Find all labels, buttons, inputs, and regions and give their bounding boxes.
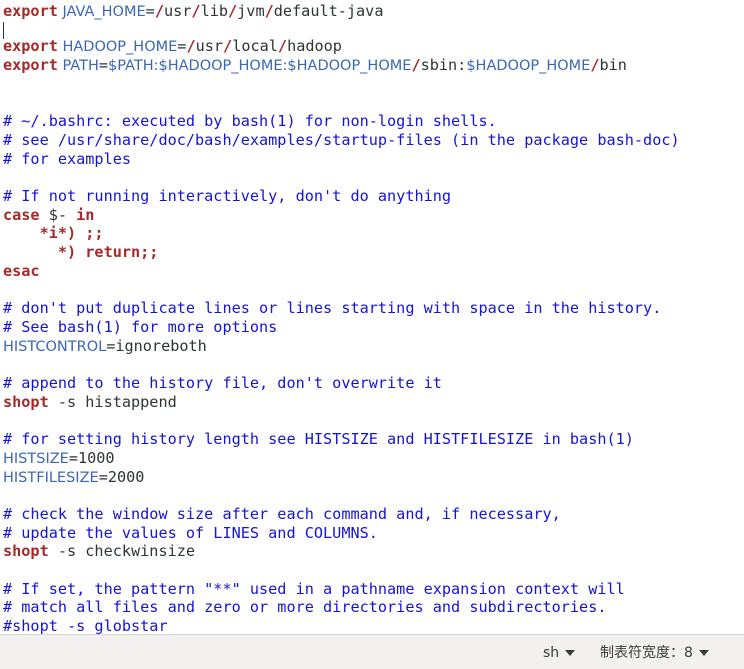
keyword-export: export xyxy=(3,37,58,56)
case-pattern-line: *) return;; xyxy=(3,243,159,262)
keyword-export: export xyxy=(3,2,58,20)
comment-line: # See bash(1) for more options xyxy=(3,317,278,336)
comment-line: # If set, the pattern "**" used in a pat… xyxy=(3,579,625,598)
code-line-3: export HADOOP_HOME=/usr/local/hadoop xyxy=(3,37,342,56)
keyword-shopt: shopt xyxy=(3,542,49,561)
special-parameter: $- xyxy=(39,205,68,224)
language-label: sh xyxy=(543,645,560,661)
path-separator: / xyxy=(228,2,238,20)
path-segment: bin xyxy=(599,56,627,75)
status-bar: sh 制表符宽度：8 xyxy=(0,634,744,669)
variable-reference: $PATH:$HADOOP_HOME:$HADOOP_HOME xyxy=(108,58,412,75)
path-separator: / xyxy=(411,56,421,75)
path-segment: jvm xyxy=(237,2,265,20)
language-selector[interactable]: sh xyxy=(543,644,576,662)
variable-name: HISTFILESIZE xyxy=(3,469,99,486)
assign-operator: = xyxy=(98,56,109,75)
comment-line: # for examples xyxy=(3,149,132,168)
path-segment: lib xyxy=(200,2,228,20)
path-segment: usr xyxy=(163,2,192,20)
comment-line: # ~/.bashrc: executed by bash(1) for non… xyxy=(3,112,497,131)
path-segment: local xyxy=(232,37,278,56)
comment-line: # see /usr/share/doc/bash/examples/start… xyxy=(3,130,680,149)
path-separator: / xyxy=(590,56,600,75)
keyword-case: case xyxy=(3,205,40,224)
comment-line: #shopt -s globstar xyxy=(3,617,168,634)
assign-operator: = xyxy=(98,467,108,486)
path-separator: / xyxy=(264,2,274,20)
keyword-esac: esac xyxy=(3,261,40,280)
path-segment: default-java xyxy=(273,2,384,20)
code-line-4: export PATH=$PATH:$HADOOP_HOME:$HADOOP_H… xyxy=(3,56,627,75)
comment-line: # append to the history file, don't over… xyxy=(3,374,442,392)
path-separator: / xyxy=(154,2,164,20)
tab-width-label: 制表符宽度： xyxy=(600,645,684,661)
assign-operator: = xyxy=(145,2,155,20)
path-separator: / xyxy=(277,37,288,56)
path-separator: / xyxy=(223,37,233,56)
variable-name: JAVA_HOME xyxy=(57,4,146,20)
keyword-shopt: shopt xyxy=(3,392,49,411)
path-separator: / xyxy=(186,37,196,56)
variable-value: 1000 xyxy=(77,448,115,467)
variable-value: ignoreboth xyxy=(115,336,207,355)
code-line-case: case $- in xyxy=(3,206,94,225)
comment-line: # match all files and zero or more direc… xyxy=(3,598,607,617)
code-editor[interactable]: export JAVA_HOME=/usr/lib/jvm/default-ja… xyxy=(0,0,744,634)
variable-value: 2000 xyxy=(107,467,145,486)
variable-name: HISTCONTROL xyxy=(3,338,107,355)
assign-operator: = xyxy=(68,448,78,467)
comment-line: # If not running interactively, don't do… xyxy=(3,187,452,205)
chevron-down-icon xyxy=(565,650,576,656)
comment-line: # check the window size after each comma… xyxy=(3,504,561,523)
variable-name: PATH xyxy=(57,58,99,75)
command-args: -s histappend xyxy=(48,392,177,411)
code-line-1: export JAVA_HOME=/usr/lib/jvm/default-ja… xyxy=(3,2,383,21)
keyword-export: export xyxy=(3,56,58,75)
variable-reference: $HADOOP_HOME xyxy=(466,58,591,75)
code-line-shopt: shopt -s checkwinsize xyxy=(3,542,195,561)
comment-line: # update the values of LINES and COLUMNS… xyxy=(3,523,378,542)
code-line-histcontrol: HISTCONTROL=ignoreboth xyxy=(3,337,207,356)
code-line-shopt: shopt -s histappend xyxy=(3,393,177,412)
path-segment: hadoop xyxy=(287,37,342,56)
code-line-histsize: HISTSIZE=1000 xyxy=(3,449,115,468)
chevron-down-icon xyxy=(698,650,709,656)
path-segment: sbin: xyxy=(420,56,467,75)
path-separator: / xyxy=(191,2,201,20)
code-line-histfilesize: HISTFILESIZE=2000 xyxy=(3,468,144,487)
comment-line: # for setting history length see HISTSIZ… xyxy=(3,430,634,449)
variable-name: HADOOP_HOME xyxy=(57,39,178,56)
assign-operator: = xyxy=(106,336,116,355)
keyword-in: in xyxy=(67,205,95,224)
case-pattern-line: *i*) ;; xyxy=(3,224,104,243)
comment-line: # don't put duplicate lines or lines sta… xyxy=(3,299,662,318)
variable-name: HISTSIZE xyxy=(3,450,69,467)
tab-width-selector[interactable]: 制表符宽度：8 xyxy=(600,644,709,662)
tab-width-value: 8 xyxy=(684,645,693,661)
path-segment: usr xyxy=(195,37,224,56)
command-args: -s checkwinsize xyxy=(48,542,196,561)
